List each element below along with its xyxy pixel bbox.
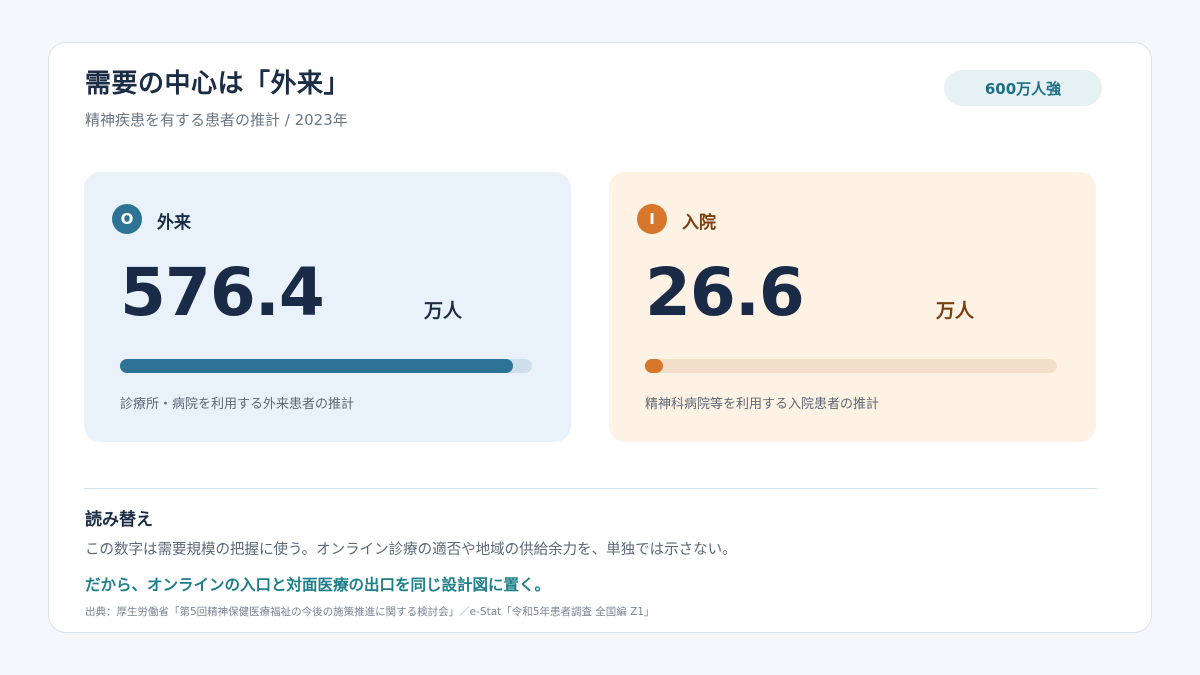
page-title: 需要の中心は「外来」 xyxy=(85,69,351,99)
page-subtitle: 精神疾患を有する患者の推計 / 2023年 xyxy=(85,111,348,129)
outpatient-bar-track xyxy=(120,359,532,373)
inpatient-note: 精神科病院等を利用する入院患者の推計 xyxy=(645,397,880,412)
section-divider xyxy=(84,488,1097,489)
outpatient-bar-fill xyxy=(120,359,514,373)
outpatient-label: 外来 xyxy=(157,213,191,233)
reading-body: この数字は需要規模の把握に使う。オンライン診療の適否や地域の供給余力を、単独では… xyxy=(85,542,737,558)
inpatient-panel: I 入院 26.6 万人 精神科病院等を利用する入院患者の推計 xyxy=(609,172,1096,442)
inpatient-bar-track xyxy=(645,359,1057,373)
total-badge: 600万人強 xyxy=(944,70,1102,106)
inpatient-unit: 万人 xyxy=(936,300,975,322)
outpatient-unit: 万人 xyxy=(424,300,463,322)
outpatient-note: 診療所・病院を利用する外来患者の推計 xyxy=(120,397,355,412)
source-citation: 出典：厚生労働省「第5回精神保健医療福祉の今後の施策推進に関する検討会」／e-S… xyxy=(85,606,655,618)
outpatient-panel: O 外来 576.4 万人 診療所・病院を利用する外来患者の推計 xyxy=(84,172,571,442)
outpatient-icon: O xyxy=(112,204,142,234)
summary-card: 需要の中心は「外来」 精神疾患を有する患者の推計 / 2023年 600万人強 … xyxy=(48,42,1152,633)
inpatient-label: 入院 xyxy=(682,213,716,233)
inpatient-icon: I xyxy=(637,204,667,234)
inpatient-bar-fill xyxy=(645,359,664,373)
inpatient-value: 26.6 xyxy=(645,254,805,331)
reading-key-message: だから、オンラインの入口と対面医療の出口を同じ設計図に置く。 xyxy=(85,576,551,594)
outpatient-value: 576.4 xyxy=(120,254,325,331)
reading-title: 読み替え xyxy=(85,510,153,530)
